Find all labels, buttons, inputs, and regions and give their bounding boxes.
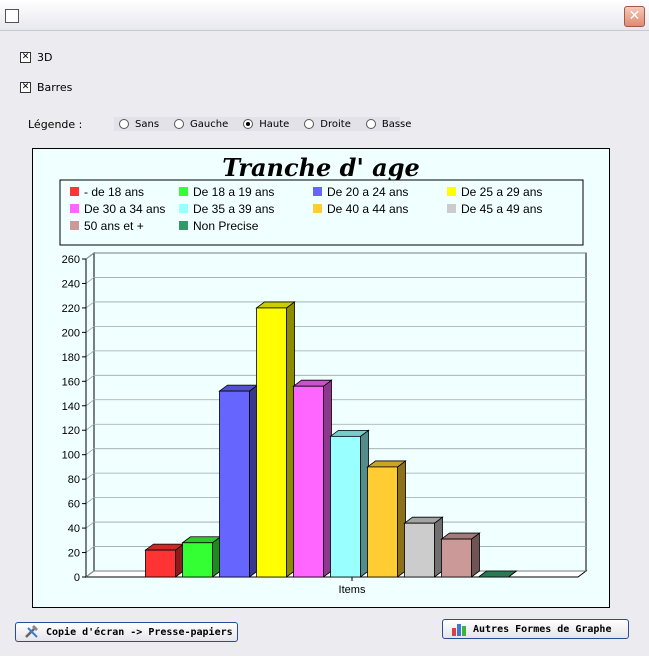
- chart-frame: Tranche d' age - de 18 ans De 18 a 19 ans D…: [32, 148, 610, 608]
- legend-position-radio-group: Sans Gauche Haute Droite Basse: [114, 117, 411, 131]
- y-tick-label: 260: [62, 254, 80, 266]
- legend-option-gauche[interactable]: Gauche: [169, 119, 228, 130]
- legend-swatch: [179, 221, 188, 230]
- checkbox-bars-label: Barres: [37, 81, 73, 94]
- bar: [441, 538, 472, 578]
- bar: [256, 307, 287, 578]
- y-tick-label: 60: [68, 499, 80, 511]
- radio-button[interactable]: [243, 119, 254, 129]
- radio-label: Basse: [381, 118, 412, 130]
- y-tick-label: 0: [74, 572, 80, 584]
- y-tick-label: 220: [62, 303, 80, 315]
- legend-swatch: [70, 221, 79, 230]
- other-chart-types-button[interactable]: Autres Formes de Graphe: [442, 619, 629, 639]
- legend-swatch: [313, 204, 322, 213]
- close-button[interactable]: ✕: [624, 6, 645, 27]
- legend-swatch: [179, 204, 188, 213]
- bar: [293, 385, 324, 578]
- legend-entry: 50 ans et +: [84, 219, 144, 233]
- chart-title: Tranche d' age: [222, 153, 420, 182]
- legend-entry: De 30 a 34 ans: [84, 202, 165, 216]
- legend-entry: De 40 a 44 ans: [327, 202, 408, 216]
- legend-swatch: [447, 204, 456, 213]
- bar: [219, 390, 250, 578]
- y-tick-label: 20: [68, 548, 80, 560]
- checkbox-3d-box[interactable]: ✕: [20, 52, 31, 63]
- legend-swatch: [70, 187, 79, 196]
- plot-side-wall: [85, 252, 95, 578]
- legend-swatch: [313, 187, 322, 196]
- checkbox-bars[interactable]: ✕ Barres: [20, 81, 72, 94]
- chart-icon: [451, 622, 467, 636]
- bar: [367, 466, 398, 578]
- radio-button[interactable]: [365, 119, 376, 129]
- radio-label: Haute: [259, 118, 290, 130]
- x-axis-label: Items: [339, 584, 366, 596]
- legend-position-label: Légende :: [28, 118, 83, 131]
- y-tick-label: 80: [68, 474, 80, 486]
- bar: [145, 549, 176, 578]
- legend-swatch: [179, 187, 188, 196]
- y-tick-label: 240: [62, 278, 80, 290]
- other-chart-types-label: Autres Formes de Graphe: [473, 623, 612, 635]
- legend-option-sans[interactable]: Sans: [114, 119, 159, 130]
- y-tick-label: 200: [62, 327, 80, 339]
- legend-entry: De 35 a 39 ans: [193, 202, 274, 216]
- radio-button[interactable]: [304, 119, 315, 129]
- y-tick-label: 160: [62, 376, 80, 388]
- copy-screen-button[interactable]: Copie d'écran -> Presse-papiers: [15, 622, 238, 642]
- legend-entry: - de 18 ans: [84, 185, 144, 199]
- title-bar: ✕: [0, 0, 649, 31]
- checkbox-3d-label: 3D: [37, 51, 53, 64]
- copy-screen-label: Copie d'écran -> Presse-papiers: [46, 626, 233, 638]
- y-tick-label: 140: [62, 401, 80, 413]
- legend-option-basse[interactable]: Basse: [361, 118, 412, 130]
- radio-label: Sans: [135, 118, 160, 130]
- bar: [330, 435, 361, 578]
- radio-button[interactable]: [119, 119, 129, 129]
- bar: [182, 542, 213, 578]
- bar-side: [471, 532, 480, 578]
- checkbox-bars-box[interactable]: ✕: [20, 82, 31, 93]
- radio-button[interactable]: [174, 119, 185, 129]
- radio-label: Droite: [320, 118, 351, 130]
- legend-entry: De 45 a 49 ans: [461, 202, 542, 216]
- bar: [404, 522, 435, 578]
- y-tick-label: 180: [62, 352, 80, 364]
- legend-option-droite[interactable]: Droite: [299, 119, 351, 130]
- y-tick-label: 40: [68, 523, 80, 535]
- legend-swatch: [70, 204, 79, 213]
- legend-swatch: [447, 187, 456, 196]
- radio-label: Gauche: [190, 118, 229, 130]
- bar-chart: Tranche d' age - de 18 ans De 18 a 19 ans D…: [59, 153, 588, 596]
- y-tick-label: 120: [62, 425, 80, 437]
- checkbox-3d[interactable]: ✕ 3D: [20, 51, 52, 64]
- tools-icon: [24, 625, 40, 639]
- legend-option-haute[interactable]: Haute: [238, 119, 289, 130]
- legend-entry: De 25 a 29 ans: [461, 185, 542, 199]
- window-icon: [5, 9, 19, 23]
- legend-entry: De 20 a 24 ans: [327, 185, 408, 199]
- y-tick-label: 100: [62, 450, 80, 462]
- legend-entry: Non Precise: [193, 219, 259, 233]
- legend-entry: De 18 a 19 ans: [193, 185, 274, 199]
